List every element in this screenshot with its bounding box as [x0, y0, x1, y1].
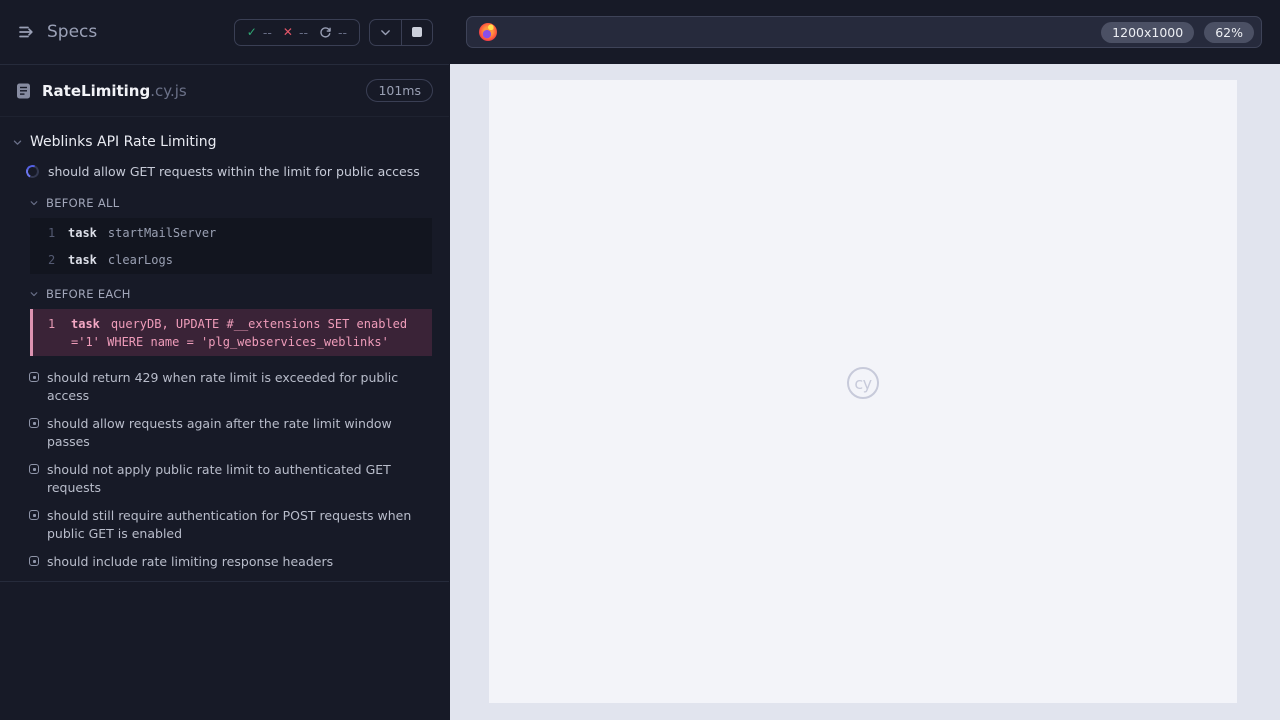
stop-icon — [412, 27, 422, 37]
stat-failed: ✕ -- — [283, 25, 308, 40]
browser-header: 1200x1000 62% — [450, 0, 1280, 64]
command-row-active[interactable]: 1 task queryDB, UPDATE #__extensions SET … — [33, 310, 432, 355]
passed-check-icon: ✓ — [246, 25, 257, 39]
pending-test-row[interactable]: should still require authentication for … — [0, 502, 449, 548]
reporter-sidebar: Specs ✓ -- ✕ -- -- RateLimiting.cy.js 10… — [0, 0, 450, 720]
before-all-commands: 1 task startMailServer 2 task clearLogs — [30, 218, 432, 274]
pending-square-icon — [29, 464, 39, 474]
pending-test-row[interactable]: should allow requests again after the ra… — [0, 410, 449, 456]
run-controls — [369, 18, 433, 46]
command-number: 1 — [48, 316, 56, 331]
sidebar-toggle-button[interactable] — [18, 24, 35, 40]
spec-file-icon — [17, 83, 30, 98]
cypress-watermark-icon: cy — [847, 367, 879, 399]
address-bar[interactable]: 1200x1000 62% — [466, 16, 1262, 48]
command-method: task — [68, 252, 97, 267]
command-row[interactable]: 2 task clearLogs — [30, 246, 432, 273]
pending-square-icon — [29, 418, 39, 428]
specs-header: Specs ✓ -- ✕ -- -- — [0, 0, 449, 65]
command-content: task clearLogs — [68, 251, 422, 269]
stop-run-button[interactable] — [401, 19, 432, 45]
stat-passed: ✓ -- — [247, 25, 272, 40]
command-message: clearLogs — [107, 252, 173, 267]
spec-basename: RateLimiting — [42, 81, 151, 100]
command-content: task queryDB, UPDATE #__extensions SET en… — [71, 315, 422, 351]
pending-test-row[interactable]: should return 429 when rate limit is exc… — [0, 364, 449, 410]
hook-label: BEFORE EACH — [46, 287, 131, 301]
suite-row[interactable]: Weblinks API Rate Limiting — [0, 126, 449, 157]
chevron-down-icon — [30, 201, 38, 206]
hook-before-each[interactable]: BEFORE EACH — [0, 278, 449, 306]
chevron-down-icon — [30, 292, 38, 297]
before-each-commands: 1 task queryDB, UPDATE #__extensions SET … — [30, 309, 432, 356]
browser-pane: 1200x1000 62% cy — [450, 0, 1280, 720]
running-refresh-icon — [320, 26, 331, 37]
command-message: startMailServer — [107, 225, 217, 240]
test-title: should still require authentication for … — [47, 508, 412, 541]
running-spinner-icon — [24, 163, 41, 180]
command-method: task — [68, 225, 97, 240]
command-row[interactable]: 1 task startMailServer — [30, 219, 432, 246]
viewport-size-badge[interactable]: 1200x1000 — [1101, 21, 1195, 43]
failed-x-icon: ✕ — [282, 25, 293, 39]
pending-test-row[interactable]: should include rate limiting response he… — [0, 548, 449, 576]
firefox-icon — [479, 23, 497, 41]
zoom-level-badge[interactable]: 62% — [1204, 21, 1254, 43]
pending-tests: should return 429 when rate limit is exc… — [0, 364, 449, 576]
command-message: queryDB, UPDATE #__extensions SET enable… — [71, 316, 408, 349]
chevron-down-icon — [381, 29, 390, 35]
specs-title: Specs — [47, 22, 98, 42]
hook-before-all[interactable]: BEFORE ALL — [0, 187, 449, 215]
aut-iframe: cy — [489, 80, 1237, 703]
watermark-text: cy — [854, 373, 872, 393]
test-title: should allow GET requests within the lim… — [48, 164, 420, 179]
pending-square-icon — [29, 510, 39, 520]
hook-label: BEFORE ALL — [46, 196, 120, 210]
command-content: task startMailServer — [68, 224, 422, 242]
pending-square-icon — [29, 372, 39, 382]
spec-name: RateLimiting.cy.js — [42, 82, 187, 100]
collapse-all-button[interactable] — [370, 20, 401, 45]
spec-duration-badge: 101ms — [366, 79, 433, 102]
passed-count: -- — [262, 24, 272, 40]
running-test-row[interactable]: should allow GET requests within the lim… — [0, 157, 449, 187]
reporter-divider — [0, 581, 449, 582]
suite-title: Weblinks API Rate Limiting — [30, 134, 217, 150]
running-count: -- — [337, 24, 347, 40]
failed-count: -- — [298, 24, 308, 40]
command-number: 2 — [48, 252, 56, 267]
chevron-down-icon — [13, 140, 22, 145]
cypress-test-runner: Specs ✓ -- ✕ -- -- RateLimiting.cy.js 10… — [0, 0, 1280, 720]
spec-extension: .cy.js — [150, 81, 187, 100]
test-title: should include rate limiting response he… — [47, 554, 334, 569]
test-title: should not apply public rate limit to au… — [47, 462, 391, 495]
pending-test-row[interactable]: should not apply public rate limit to au… — [0, 456, 449, 502]
viewport-area: cy — [450, 64, 1280, 720]
test-title: should return 429 when rate limit is exc… — [47, 370, 399, 403]
test-title: should allow requests again after the ra… — [47, 416, 392, 449]
expand-sidebar-icon — [19, 26, 33, 38]
command-method: task — [71, 316, 100, 331]
test-stats: ✓ -- ✕ -- -- — [233, 18, 360, 46]
pending-square-icon — [29, 556, 39, 566]
stat-running: -- — [319, 25, 347, 40]
spec-file-row[interactable]: RateLimiting.cy.js 101ms — [0, 65, 449, 117]
test-tree: Weblinks API Rate Limiting should allow … — [0, 117, 449, 582]
command-number: 1 — [48, 225, 56, 240]
